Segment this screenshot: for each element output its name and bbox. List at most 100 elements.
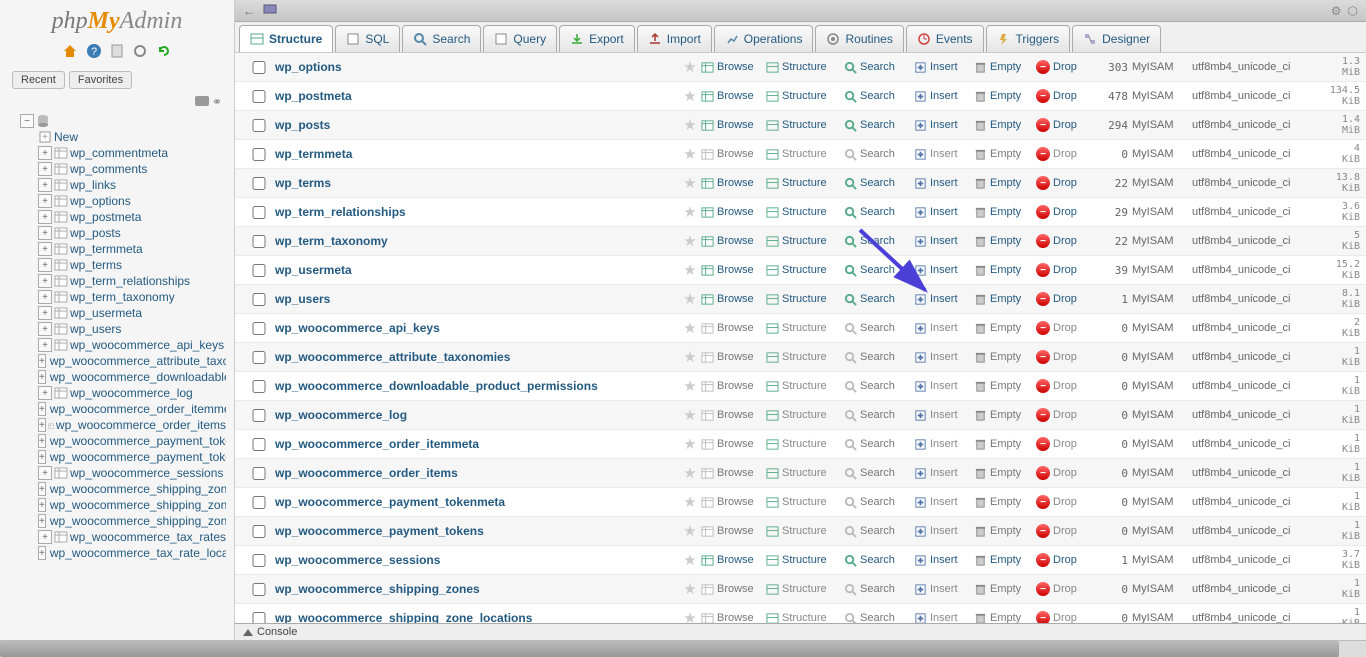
home-icon[interactable] <box>62 43 78 59</box>
favorite-star-icon[interactable]: ★ <box>679 319 701 337</box>
empty-action[interactable]: Empty <box>974 293 1036 306</box>
favorite-star-icon[interactable]: ★ <box>679 116 701 134</box>
tree-expand-icon[interactable]: + <box>38 498 46 512</box>
structure-action[interactable]: Structure <box>766 380 844 393</box>
tree-table-item[interactable]: +wp_postmeta <box>8 209 226 225</box>
tree-expand-icon[interactable]: + <box>38 162 52 176</box>
browse-action[interactable]: Browse <box>701 206 766 219</box>
empty-action[interactable]: Empty <box>974 264 1036 277</box>
link-icon[interactable]: ⚭ <box>212 95 222 109</box>
tree-expand-icon[interactable]: + <box>38 530 52 544</box>
browse-action[interactable]: Browse <box>701 583 766 596</box>
tree-expand-icon[interactable]: + <box>38 434 46 448</box>
row-checkbox[interactable] <box>247 438 271 451</box>
tree-table-item[interactable]: +wp_usermeta <box>8 305 226 321</box>
drop-action[interactable]: −Drop <box>1036 582 1092 596</box>
empty-action[interactable]: Empty <box>974 148 1036 161</box>
drop-action[interactable]: −Drop <box>1036 60 1092 74</box>
panel-collapse-icon[interactable]: ⬡ <box>1348 4 1358 18</box>
drop-action[interactable]: −Drop <box>1036 234 1092 248</box>
tree-db-root[interactable]: − <box>8 113 226 129</box>
tree-expand-icon[interactable]: + <box>38 354 46 368</box>
structure-action[interactable]: Structure <box>766 177 844 190</box>
table-list[interactable]: wp_options★BrowseStructureSearchInsertEm… <box>235 53 1366 640</box>
favorite-star-icon[interactable]: ★ <box>679 551 701 569</box>
structure-action[interactable]: Structure <box>766 148 844 161</box>
tree-table-item[interactable]: +wp_woocommerce_shipping_zone_methods <box>8 513 226 529</box>
row-checkbox[interactable] <box>247 554 271 567</box>
browse-action[interactable]: Browse <box>701 148 766 161</box>
drop-action[interactable]: −Drop <box>1036 379 1092 393</box>
tree-expand-icon[interactable]: + <box>38 482 46 496</box>
tree-expand-icon[interactable]: + <box>38 258 52 272</box>
insert-action[interactable]: Insert <box>914 351 974 364</box>
insert-action[interactable]: Insert <box>914 496 974 509</box>
empty-action[interactable]: Empty <box>974 438 1036 451</box>
structure-action[interactable]: Structure <box>766 583 844 596</box>
browse-action[interactable]: Browse <box>701 119 766 132</box>
tree-table-item[interactable]: +wp_woocommerce_shipping_zone_locations <box>8 497 226 513</box>
drop-action[interactable]: −Drop <box>1036 263 1092 277</box>
row-checkbox[interactable] <box>247 496 271 509</box>
tree-table-item[interactable]: +wp_links <box>8 177 226 193</box>
favorite-star-icon[interactable]: ★ <box>679 203 701 221</box>
row-checkbox[interactable] <box>247 525 271 538</box>
structure-action[interactable]: Structure <box>766 293 844 306</box>
browse-action[interactable]: Browse <box>701 293 766 306</box>
drop-action[interactable]: −Drop <box>1036 205 1092 219</box>
favorite-star-icon[interactable]: ★ <box>679 174 701 192</box>
structure-action[interactable]: Structure <box>766 206 844 219</box>
tree-expand-icon[interactable]: + <box>38 418 46 432</box>
tab-query[interactable]: Query <box>483 25 557 52</box>
table-name[interactable]: wp_users <box>271 292 679 306</box>
tree-expand-icon[interactable]: + <box>38 450 46 464</box>
search-action[interactable]: Search <box>844 148 914 161</box>
browse-action[interactable]: Browse <box>701 409 766 422</box>
tree-table-item[interactable]: +wp_woocommerce_shipping_zones <box>8 481 226 497</box>
insert-action[interactable]: Insert <box>914 264 974 277</box>
empty-action[interactable]: Empty <box>974 61 1036 74</box>
insert-action[interactable]: Insert <box>914 177 974 190</box>
console-toggle-icon[interactable] <box>243 629 253 636</box>
browse-action[interactable]: Browse <box>701 554 766 567</box>
tree-collapse-icon[interactable]: − <box>20 114 34 128</box>
favorite-star-icon[interactable]: ★ <box>679 435 701 453</box>
drop-action[interactable]: −Drop <box>1036 321 1092 335</box>
insert-action[interactable]: Insert <box>914 409 974 422</box>
favorites-tab[interactable]: Favorites <box>69 71 132 89</box>
tab-operations[interactable]: Operations <box>714 25 814 52</box>
search-action[interactable]: Search <box>844 351 914 364</box>
tab-sql[interactable]: SQL <box>335 25 400 52</box>
tree-expand-icon[interactable]: + <box>38 402 46 416</box>
favorite-star-icon[interactable]: ★ <box>679 232 701 250</box>
structure-action[interactable]: Structure <box>766 119 844 132</box>
tree-expand-icon[interactable]: + <box>38 306 52 320</box>
search-action[interactable]: Search <box>844 583 914 596</box>
favorite-star-icon[interactable]: ★ <box>679 348 701 366</box>
reload-icon[interactable] <box>156 43 172 59</box>
empty-action[interactable]: Empty <box>974 177 1036 190</box>
search-action[interactable]: Search <box>844 293 914 306</box>
favorite-star-icon[interactable]: ★ <box>679 493 701 511</box>
structure-action[interactable]: Structure <box>766 467 844 480</box>
favorite-star-icon[interactable]: ★ <box>679 87 701 105</box>
drop-action[interactable]: −Drop <box>1036 553 1092 567</box>
search-action[interactable]: Search <box>844 177 914 190</box>
empty-action[interactable]: Empty <box>974 496 1036 509</box>
drop-action[interactable]: −Drop <box>1036 466 1092 480</box>
favorite-star-icon[interactable]: ★ <box>679 522 701 540</box>
drop-action[interactable]: −Drop <box>1036 176 1092 190</box>
favorite-star-icon[interactable]: ★ <box>679 580 701 598</box>
structure-action[interactable]: Structure <box>766 409 844 422</box>
row-checkbox[interactable] <box>247 90 271 103</box>
recent-tab[interactable]: Recent <box>12 71 65 89</box>
search-action[interactable]: Search <box>844 525 914 538</box>
tree-table-item[interactable]: +wp_woocommerce_api_keys <box>8 337 226 353</box>
row-checkbox[interactable] <box>247 467 271 480</box>
tree-table-item[interactable]: +wp_woocommerce_sessions <box>8 465 226 481</box>
tree-expand-icon[interactable]: + <box>38 210 52 224</box>
tree-table-item[interactable]: +wp_posts <box>8 225 226 241</box>
table-name[interactable]: wp_posts <box>271 118 679 132</box>
drop-action[interactable]: −Drop <box>1036 495 1092 509</box>
tree-table-item[interactable]: +wp_woocommerce_order_itemmeta <box>8 401 226 417</box>
